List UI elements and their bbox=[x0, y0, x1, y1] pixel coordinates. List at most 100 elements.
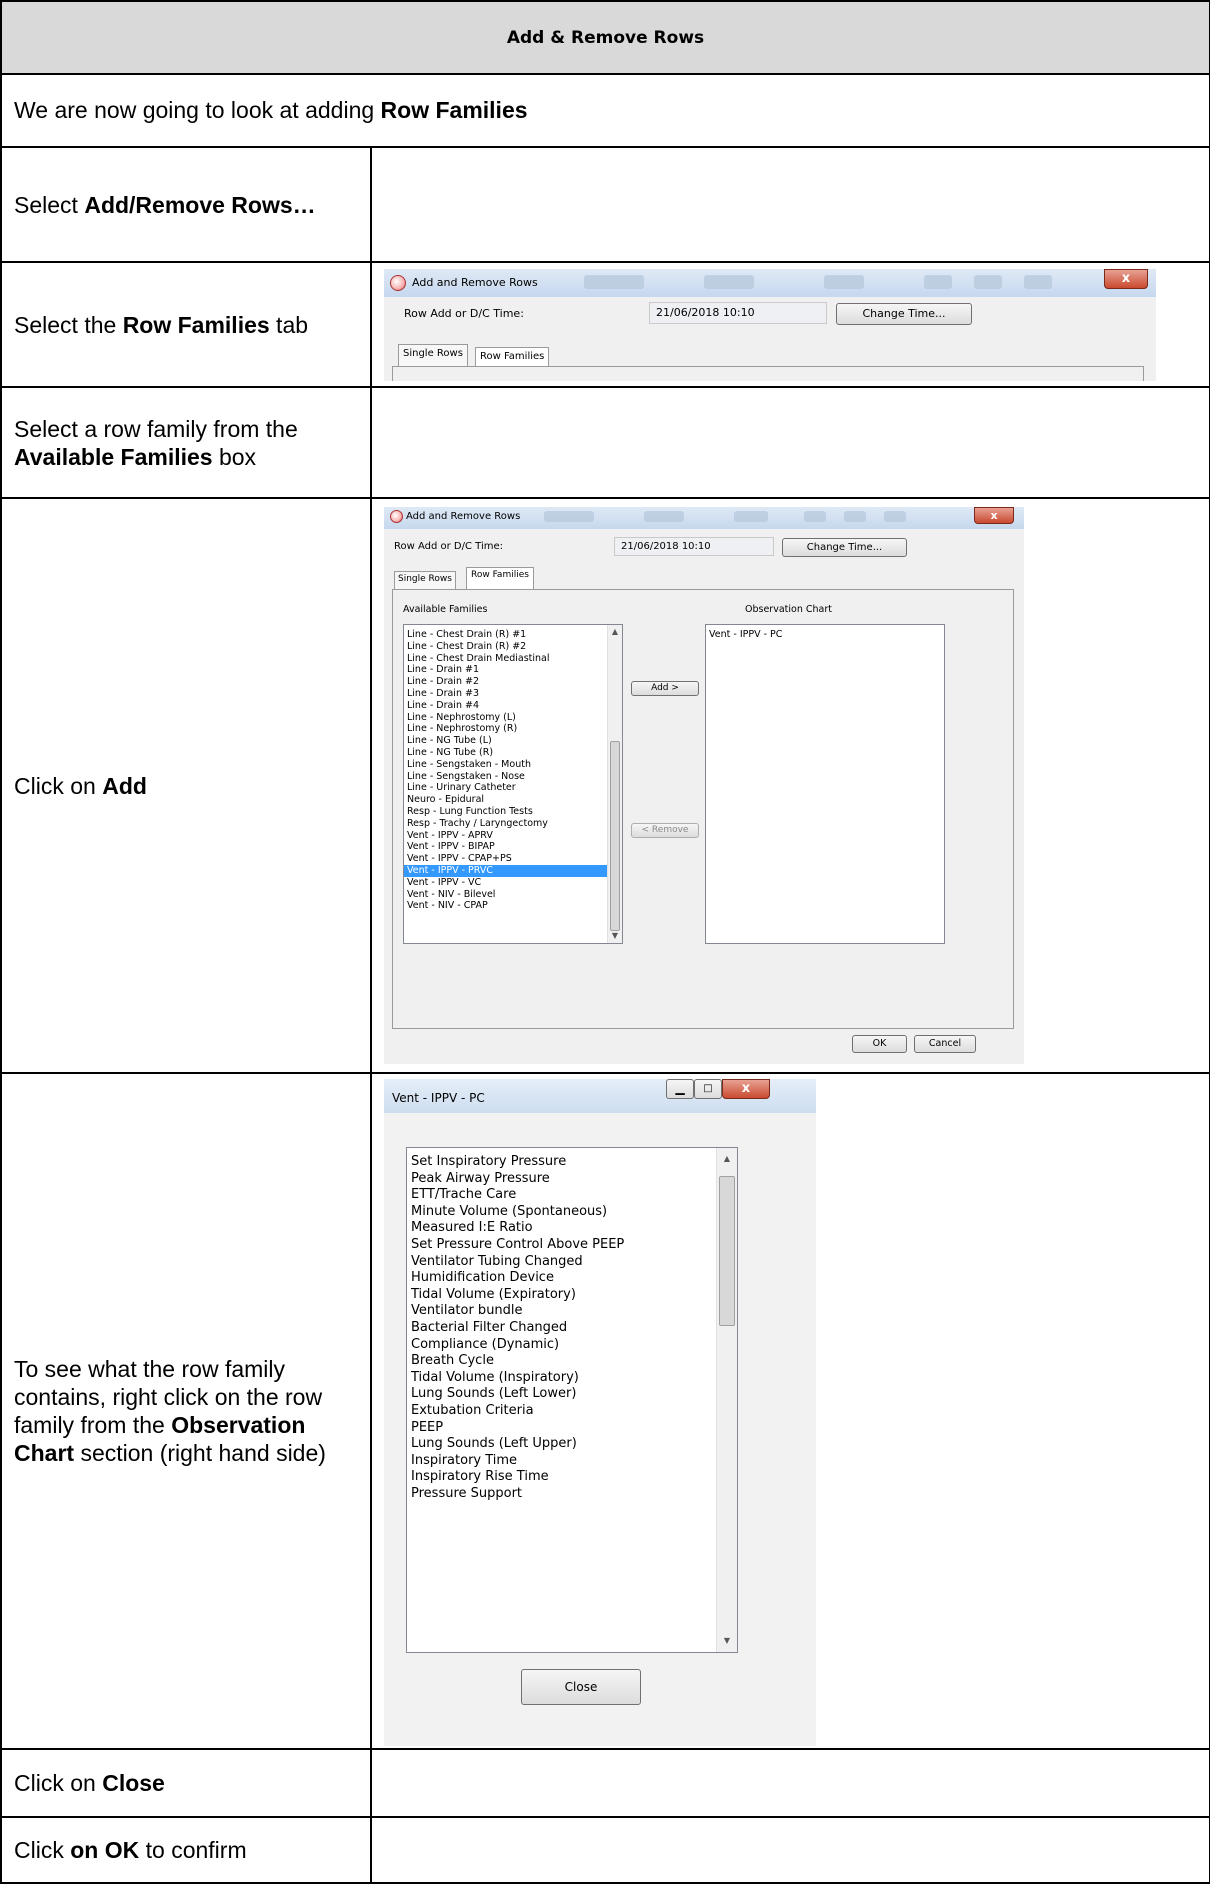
change-time-button[interactable]: Change Time... bbox=[836, 303, 972, 325]
maximize-icon[interactable]: □ bbox=[694, 1079, 722, 1099]
toolbar-blur bbox=[644, 511, 684, 522]
tab-single-rows[interactable]: Single Rows bbox=[398, 344, 468, 366]
scroll-up-icon[interactable]: ▲ bbox=[717, 1152, 737, 1166]
list-item[interactable]: Line - Sengstaken - Mouth bbox=[404, 759, 622, 771]
step-image-empty bbox=[369, 1816, 1210, 1884]
toolbar-blur bbox=[804, 511, 826, 522]
toolbar-blur bbox=[974, 275, 1002, 289]
close-icon[interactable]: x bbox=[974, 507, 1014, 524]
list-item[interactable]: Vent - IPPV - CPAP+PS bbox=[404, 853, 622, 865]
list-item[interactable]: Compliance (Dynamic) bbox=[407, 1337, 737, 1354]
time-label: Row Add or D/C Time: bbox=[394, 541, 503, 552]
list-item[interactable]: Line - Drain #4 bbox=[404, 700, 622, 712]
list-item[interactable]: Line - NG Tube (L) bbox=[404, 735, 622, 747]
dialog-titlebar: Add and Remove Rows x bbox=[384, 269, 1156, 297]
toolbar-blur bbox=[544, 511, 594, 522]
list-item[interactable]: Vent - NIV - CPAP bbox=[404, 900, 622, 912]
step-select-row-family: Select a row family from the Available F… bbox=[0, 386, 372, 499]
step-select-row-families-tab: Select the Row Families tab bbox=[0, 261, 372, 388]
toolbar-blur bbox=[884, 511, 906, 522]
scroll-thumb[interactable] bbox=[719, 1176, 735, 1326]
available-families-list[interactable]: Line - Chest Drain (R) #1 Line - Chest Dr… bbox=[403, 624, 623, 944]
list-item[interactable]: Vent - IPPV - APRV bbox=[404, 830, 622, 842]
intro-text: We are now going to look at adding Row F… bbox=[0, 73, 1210, 148]
dialog-title: Add and Remove Rows bbox=[406, 511, 521, 522]
tab-single-rows[interactable]: Single Rows bbox=[394, 571, 456, 589]
observation-chart-list[interactable]: Vent - IPPV - PC bbox=[705, 624, 945, 944]
ok-button[interactable]: OK bbox=[852, 1035, 907, 1053]
list-item[interactable]: Peak Airway Pressure bbox=[407, 1171, 737, 1188]
list-item[interactable]: Ventilator bundle bbox=[407, 1303, 737, 1320]
scroll-down-icon[interactable]: ▼ bbox=[608, 929, 622, 943]
list-item[interactable]: Line - Drain #3 bbox=[404, 688, 622, 700]
list-item[interactable]: Vent - IPPV - PRVC bbox=[404, 864, 622, 877]
list-item[interactable]: Vent - NIV - Bilevel bbox=[404, 889, 622, 901]
list-item[interactable]: Vent - IPPV - BIPAP bbox=[404, 841, 622, 853]
scroll-down-icon[interactable]: ▼ bbox=[717, 1634, 737, 1648]
list-item[interactable]: Inspiratory Rise Time bbox=[407, 1469, 737, 1486]
list-item[interactable]: Vent - IPPV - PC bbox=[706, 629, 944, 641]
available-items: Line - Chest Drain (R) #1 Line - Chest Dr… bbox=[404, 629, 622, 912]
dialog-header-screenshot: Add and Remove Rows x Row Add or D/C Tim… bbox=[369, 261, 1210, 388]
list-item[interactable]: Lung Sounds (Left Upper) bbox=[407, 1436, 737, 1453]
close-icon[interactable]: x bbox=[1104, 269, 1148, 289]
list-item[interactable]: PEEP bbox=[407, 1420, 737, 1437]
family-scrollbar[interactable]: ▲ ▼ bbox=[716, 1148, 737, 1652]
list-item[interactable]: Neuro - Epidural bbox=[404, 794, 622, 806]
list-item[interactable]: Line - Chest Drain (R) #2 bbox=[404, 641, 622, 653]
list-item[interactable]: Resp - Trachy / Laryngectomy bbox=[404, 818, 622, 830]
list-item[interactable]: Line - Nephrostomy (R) bbox=[404, 723, 622, 735]
scroll-thumb[interactable] bbox=[610, 741, 620, 931]
toolbar-blur bbox=[1024, 275, 1052, 289]
time-field[interactable]: 21/06/2018 10:10 bbox=[614, 537, 774, 556]
close-button[interactable]: Close bbox=[521, 1669, 641, 1705]
scroll-up-icon[interactable]: ▲ bbox=[608, 625, 622, 639]
list-item[interactable]: Pressure Support bbox=[407, 1486, 737, 1503]
row-family-window: Vent - IPPV - PC ▁ □ x Set Inspiratory P… bbox=[384, 1079, 816, 1746]
list-item[interactable]: Line - NG Tube (R) bbox=[404, 747, 622, 759]
list-item[interactable]: Minute Volume (Spontaneous) bbox=[407, 1204, 737, 1221]
list-item[interactable]: Breath Cycle bbox=[407, 1353, 737, 1370]
row-family-items-list[interactable]: Set Inspiratory Pressure Peak Airway Pres… bbox=[406, 1147, 738, 1653]
observation-items: Vent - IPPV - PC bbox=[706, 629, 944, 641]
list-item[interactable]: Set Inspiratory Pressure bbox=[407, 1154, 737, 1171]
list-item[interactable]: Tidal Volume (Expiratory) bbox=[407, 1287, 737, 1304]
tab-row-families[interactable]: Row Families bbox=[475, 347, 550, 367]
add-remove-rows-dialog: Add and Remove Rows x Row Add or D/C Tim… bbox=[384, 507, 1024, 1064]
list-item[interactable]: Line - Drain #1 bbox=[404, 664, 622, 676]
tab-row-families[interactable]: Row Families bbox=[466, 567, 534, 589]
list-item[interactable]: Extubation Criteria bbox=[407, 1403, 737, 1420]
toolbar-blur bbox=[824, 275, 864, 289]
change-time-button[interactable]: Change Time... bbox=[782, 538, 907, 557]
available-scrollbar[interactable]: ▲ ▼ bbox=[607, 625, 622, 943]
section-title: Add & Remove Rows bbox=[0, 0, 1210, 75]
step-view-row-family: To see what the row family contains, rig… bbox=[0, 1072, 372, 1750]
list-item[interactable]: Set Pressure Control Above PEEP bbox=[407, 1237, 737, 1254]
add-button[interactable]: Add > bbox=[631, 681, 699, 696]
list-item[interactable]: Resp - Lung Function Tests bbox=[404, 806, 622, 818]
list-item[interactable]: Lung Sounds (Left Lower) bbox=[407, 1386, 737, 1403]
list-item[interactable]: Line - Nephrostomy (L) bbox=[404, 712, 622, 724]
list-item[interactable]: Line - Sengstaken - Nose bbox=[404, 771, 622, 783]
step-click-ok: Click on OK to confirm bbox=[0, 1816, 372, 1884]
time-field[interactable]: 21/06/2018 10:10 bbox=[649, 302, 827, 324]
cancel-button[interactable]: Cancel bbox=[914, 1035, 976, 1053]
list-item[interactable]: Inspiratory Time bbox=[407, 1453, 737, 1470]
minimize-icon[interactable]: ▁ bbox=[666, 1079, 694, 1099]
close-icon[interactable]: x bbox=[722, 1079, 770, 1099]
list-item[interactable]: Humidification Device bbox=[407, 1270, 737, 1287]
list-item[interactable]: Line - Urinary Catheter bbox=[404, 782, 622, 794]
list-item[interactable]: Line - Drain #2 bbox=[404, 676, 622, 688]
step-click-add: Click on Add bbox=[0, 497, 372, 1074]
list-item[interactable]: Line - Chest Drain Mediastinal bbox=[404, 653, 622, 665]
remove-button[interactable]: < Remove bbox=[631, 823, 699, 838]
list-item[interactable]: Tidal Volume (Inspiratory) bbox=[407, 1370, 737, 1387]
toolbar-blur bbox=[924, 275, 952, 289]
list-item[interactable]: Line - Chest Drain (R) #1 bbox=[404, 629, 622, 641]
list-item[interactable]: Bacterial Filter Changed bbox=[407, 1320, 737, 1337]
list-item[interactable]: Vent - IPPV - VC bbox=[404, 877, 622, 889]
list-item[interactable]: Measured I:E Ratio bbox=[407, 1220, 737, 1237]
available-families-label: Available Families bbox=[403, 604, 488, 615]
list-item[interactable]: Ventilator Tubing Changed bbox=[407, 1254, 737, 1271]
list-item[interactable]: ETT/Trache Care bbox=[407, 1187, 737, 1204]
